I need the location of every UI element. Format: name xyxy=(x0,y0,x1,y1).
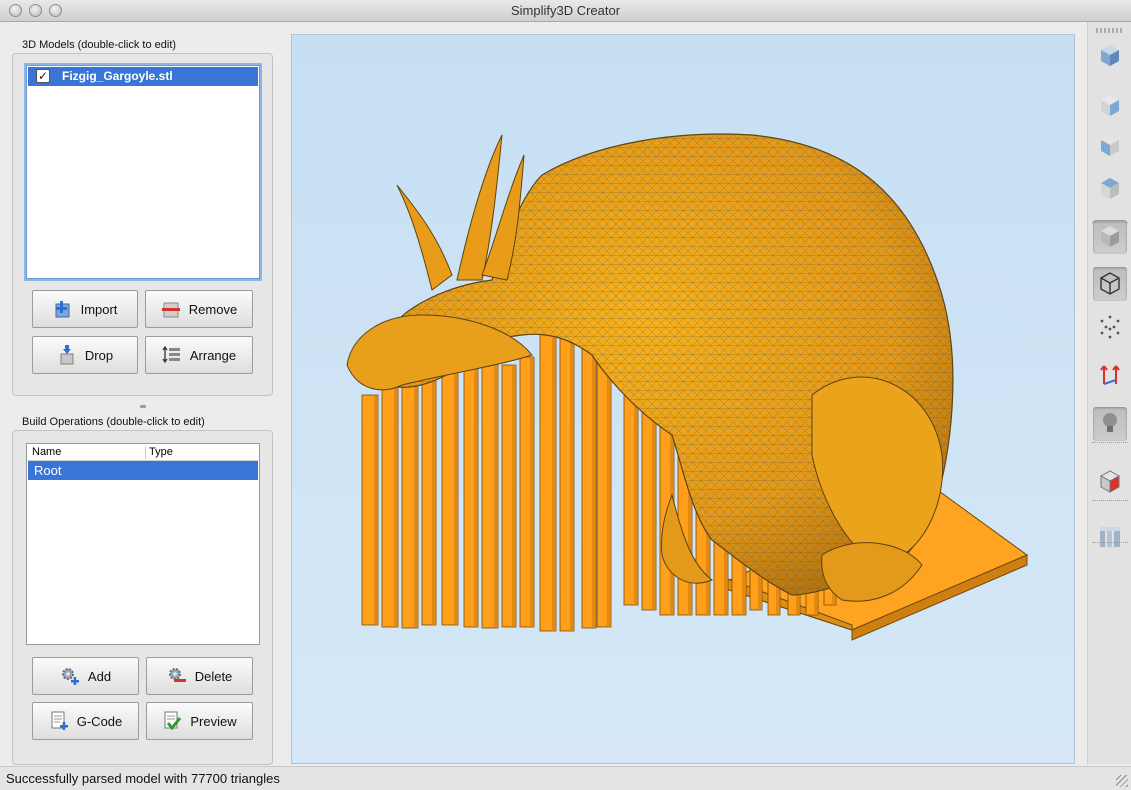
toolbar-separator xyxy=(1092,500,1128,501)
view-front-cube-button[interactable] xyxy=(1093,89,1127,123)
build-panel-label: Build Operations (double-click to edit) xyxy=(22,416,205,428)
remove-button-label: Remove xyxy=(188,301,238,317)
arrange-icon xyxy=(162,345,182,365)
axes-button[interactable] xyxy=(1093,358,1127,392)
cross-section-button[interactable] xyxy=(1093,465,1127,499)
column-header-name[interactable]: Name xyxy=(32,446,61,458)
view-front-cube-icon xyxy=(1096,91,1124,122)
support-pillar-shade xyxy=(394,387,398,627)
support-pillar-shade xyxy=(552,321,556,631)
model-list-item[interactable]: ✓ Fizgig_Gargoyle.stl xyxy=(28,67,258,86)
support-pillar-shade xyxy=(652,410,656,610)
support-pillar-shade xyxy=(414,380,418,628)
view-iso-cube-button[interactable] xyxy=(1093,39,1127,73)
add-gears-icon xyxy=(60,666,80,686)
build-operation-name: Root xyxy=(34,463,62,478)
panel-splitter-handle[interactable] xyxy=(140,405,146,408)
drop-icon xyxy=(57,345,77,365)
view-side-cube-icon xyxy=(1096,131,1124,162)
build-operations-header: Name Type xyxy=(27,444,259,461)
models-list[interactable]: ✓ Fizgig_Gargoyle.stl xyxy=(26,65,260,279)
wireframe-mode-icon xyxy=(1096,269,1124,300)
wireframe-mode-button[interactable] xyxy=(1093,267,1127,301)
resize-grip[interactable] xyxy=(1116,775,1128,787)
status-message: Successfully parsed model with 77700 tri… xyxy=(6,771,280,786)
import-button[interactable]: Import xyxy=(32,290,138,328)
support-pillar-shade xyxy=(512,365,516,627)
toolbar-grip[interactable] xyxy=(1096,28,1124,33)
support-structure-icon xyxy=(1096,523,1124,554)
column-divider xyxy=(145,446,146,459)
toolbar-separator xyxy=(1092,222,1128,223)
add-button-label: Add xyxy=(87,668,112,684)
column-header-type[interactable]: Type xyxy=(149,446,173,458)
view-top-cube-icon xyxy=(1096,174,1124,205)
build-operation-row[interactable]: Root xyxy=(28,461,258,480)
cross-section-icon xyxy=(1096,467,1124,498)
support-pillar-shade xyxy=(374,395,378,625)
window-title: Simplify3D Creator xyxy=(510,3,621,18)
lighting-button[interactable] xyxy=(1093,407,1127,441)
remove-button[interactable]: Remove xyxy=(145,290,253,328)
support-pillar-shade xyxy=(634,395,638,605)
support-pillar-shade xyxy=(530,357,534,627)
arrange-button-label: Arrange xyxy=(189,347,237,363)
view-toolbar xyxy=(1087,22,1131,764)
add-button[interactable]: Add xyxy=(32,657,139,695)
arrange-button[interactable]: Arrange xyxy=(145,336,253,374)
view-side-cube-button[interactable] xyxy=(1093,129,1127,163)
view-iso-cube-icon xyxy=(1096,41,1124,72)
point-cloud-icon xyxy=(1096,313,1124,344)
viewport-scene[interactable] xyxy=(292,35,1075,764)
gcode-document-icon xyxy=(49,711,69,731)
point-cloud-button[interactable] xyxy=(1093,311,1127,345)
support-pillar-shade xyxy=(570,325,574,631)
gcode-button-label: G-Code xyxy=(76,713,123,729)
model-name: Fizgig_Gargoyle.stl xyxy=(62,69,173,83)
support-pillar-shade xyxy=(474,365,478,627)
models-panel-label: 3D Models (double-click to edit) xyxy=(22,39,177,51)
delete-gears-icon xyxy=(167,666,187,686)
drop-button[interactable]: Drop xyxy=(32,336,138,374)
preview-check-icon xyxy=(162,711,182,731)
preview-button-label: Preview xyxy=(190,713,237,729)
support-structure-button[interactable] xyxy=(1093,521,1127,555)
solid-mode-icon xyxy=(1096,222,1124,253)
support-pillar-shade xyxy=(432,375,436,625)
solid-mode-button[interactable] xyxy=(1093,220,1127,254)
status-bar: Successfully parsed model with 77700 tri… xyxy=(0,766,1131,790)
drop-button-label: Drop xyxy=(84,347,114,363)
support-pillar-shade xyxy=(494,360,498,628)
import-icon xyxy=(53,299,73,319)
view-top-cube-button[interactable] xyxy=(1093,172,1127,206)
toolbar-separator xyxy=(1092,442,1128,443)
title-bar: Simplify3D Creator xyxy=(0,0,1131,22)
3d-viewport[interactable] xyxy=(291,34,1075,764)
delete-button-label: Delete xyxy=(194,668,233,684)
model-visible-checkbox[interactable]: ✓ xyxy=(36,69,50,83)
axes-icon xyxy=(1096,360,1124,391)
toolbar-separator xyxy=(1092,542,1128,543)
gcode-button[interactable]: G-Code xyxy=(32,702,139,740)
delete-button[interactable]: Delete xyxy=(146,657,253,695)
lighting-icon xyxy=(1096,409,1124,440)
import-button-label: Import xyxy=(80,301,118,317)
build-operations-list[interactable]: Name Type Root xyxy=(26,443,260,645)
remove-icon xyxy=(161,299,181,319)
support-pillar-shade xyxy=(454,370,458,625)
support-pillar-shade xyxy=(592,323,596,628)
preview-button[interactable]: Preview xyxy=(146,702,253,740)
